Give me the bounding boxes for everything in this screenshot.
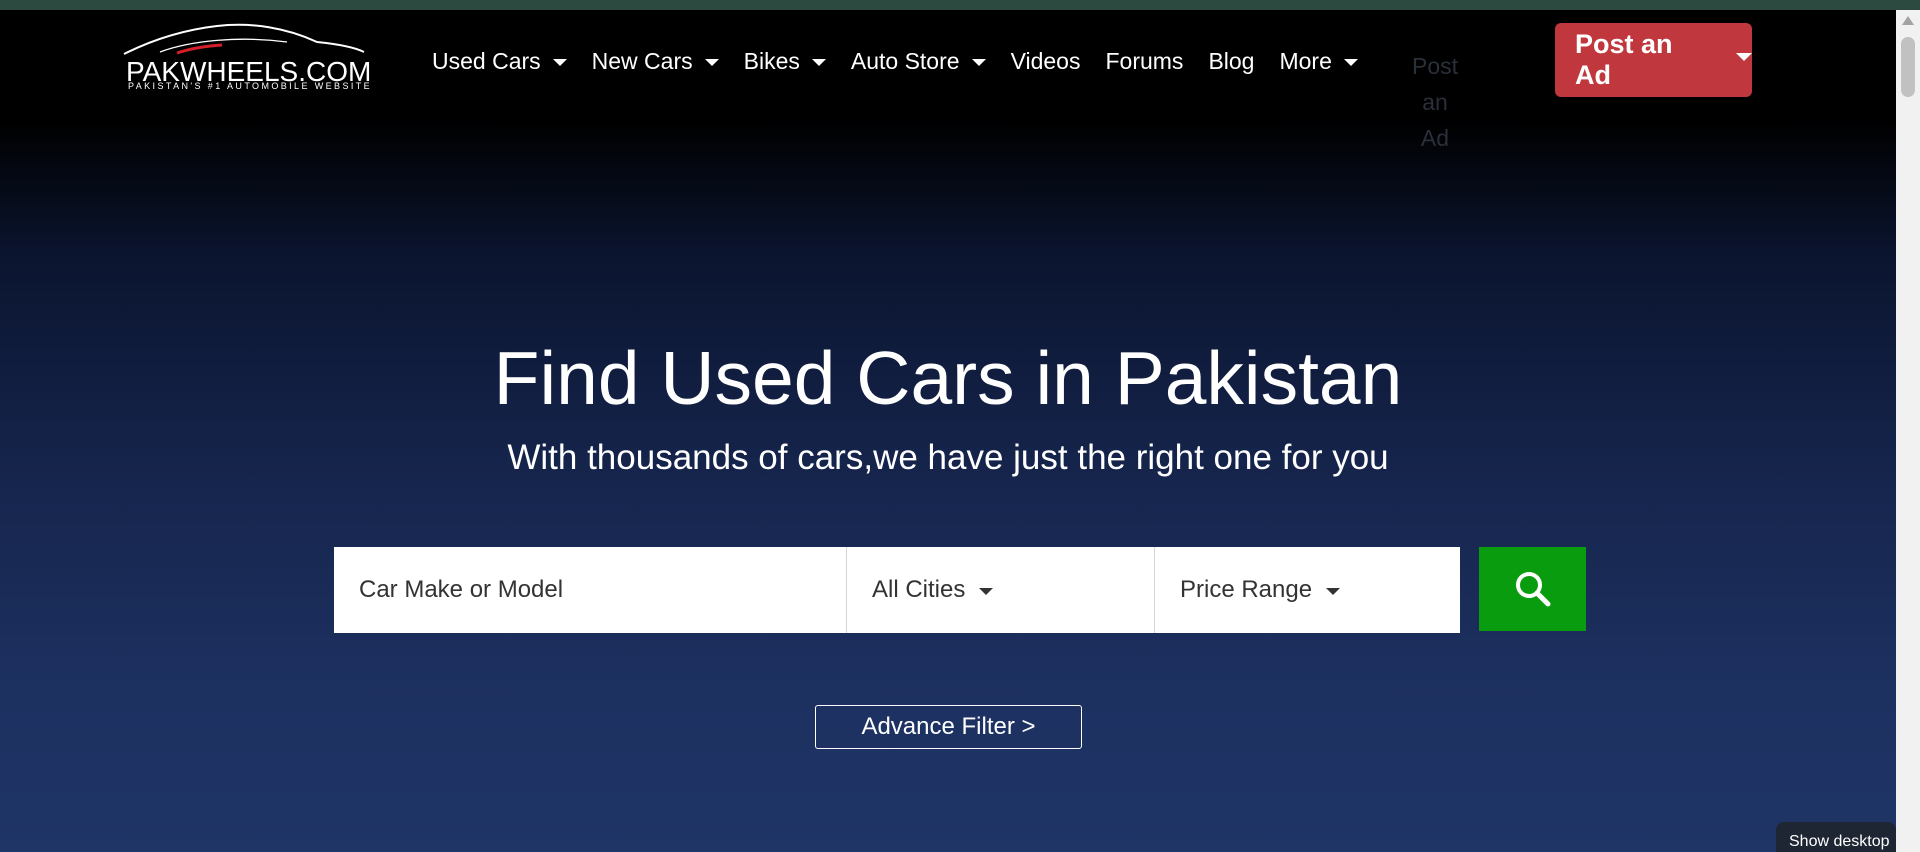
nav-videos[interactable]: Videos: [1011, 48, 1081, 75]
hero-subtitle: With thousands of cars,we have just the …: [507, 438, 1389, 477]
nav-auto-store-label: Auto Store: [850, 48, 960, 74]
hidden-post-ad-link[interactable]: Post an Ad: [1410, 48, 1460, 156]
nav-used-cars-label: Used Cars: [432, 48, 541, 74]
nav-new-cars-label: New Cars: [591, 48, 693, 74]
nav-blog[interactable]: Blog: [1208, 48, 1254, 75]
browser-top-strip: [0, 0, 1920, 10]
search-bar: All Cities Price Range: [334, 547, 1460, 633]
chevron-down-icon: [704, 59, 719, 66]
show-desktop-tooltip: Show desktop: [1776, 822, 1896, 852]
nav-more[interactable]: More: [1279, 48, 1358, 75]
main-nav: Used Cars New Cars Bikes Auto Store Vide…: [432, 48, 1383, 75]
chevron-down-icon: [971, 59, 986, 66]
hero-title: Find Used Cars in Pakistan: [493, 336, 1403, 420]
chevron-down-icon: [552, 59, 567, 66]
price-range-select[interactable]: Price Range: [1154, 547, 1460, 633]
nav-forums-label: Forums: [1105, 48, 1184, 74]
car-silhouette-icon: [123, 23, 365, 55]
pakwheels-logo[interactable]: PAKWHEELS.COM PAKISTAN'S #1 AUTOMOBILE W…: [122, 20, 371, 92]
nav-forums[interactable]: Forums: [1105, 48, 1183, 75]
chevron-down-icon: [1343, 59, 1358, 66]
nav-bikes[interactable]: Bikes: [744, 48, 826, 75]
logo-tagline: PAKISTAN'S #1 AUTOMOBILE WEBSITE: [128, 81, 373, 91]
post-an-ad-button[interactable]: Post an Ad: [1555, 23, 1752, 97]
scroll-up-arrow-icon[interactable]: [1902, 16, 1914, 25]
nav-videos-label: Videos: [1010, 48, 1081, 74]
nav-more-label: More: [1279, 48, 1332, 74]
nav-new-cars[interactable]: New Cars: [592, 48, 719, 75]
car-make-model-input[interactable]: [334, 547, 846, 633]
search-button[interactable]: [1479, 547, 1586, 631]
city-select-label: All Cities: [872, 576, 966, 603]
nav-blog-label: Blog: [1208, 48, 1255, 74]
search-icon: [1515, 572, 1550, 607]
chevron-down-icon: [1736, 53, 1752, 61]
price-range-label: Price Range: [1180, 576, 1313, 603]
nav-auto-store[interactable]: Auto Store: [851, 48, 986, 75]
post-an-ad-label: Post an Ad: [1575, 29, 1673, 90]
page-scrollbar[interactable]: [1896, 10, 1920, 852]
chevron-down-icon: [811, 59, 826, 66]
nav-bikes-label: Bikes: [743, 48, 800, 74]
nav-used-cars[interactable]: Used Cars: [432, 48, 567, 75]
advance-filter-button[interactable]: Advance Filter >: [815, 705, 1082, 749]
chevron-down-icon: [1326, 587, 1341, 595]
scroll-thumb[interactable]: [1901, 37, 1915, 97]
city-select[interactable]: All Cities: [846, 547, 1154, 633]
chevron-down-icon: [979, 587, 994, 595]
